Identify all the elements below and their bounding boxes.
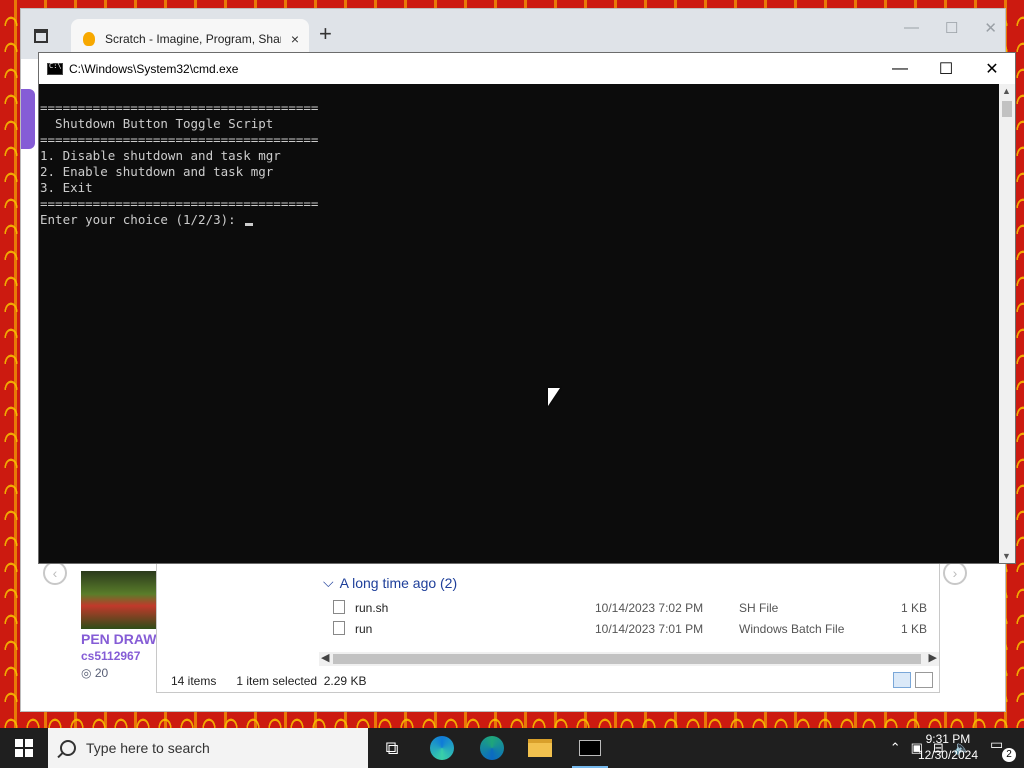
- console-line: 3. Exit: [40, 180, 93, 195]
- tab-title: Scratch - Imagine, Program, Share: [105, 32, 281, 46]
- browser-close-button[interactable]: ✕: [984, 19, 997, 37]
- console-line: 1. Disable shutdown and task mgr: [40, 148, 281, 163]
- taskbar: Type here to search ⧉ ⌃ ▣ ⊟ 🔈 9:31 PM 12…: [0, 728, 1024, 768]
- scratch-side-tab[interactable]: [21, 89, 35, 149]
- project-views: ◎ 20: [81, 666, 108, 680]
- details-view-icon[interactable]: [893, 672, 911, 688]
- cmd-window-controls: — ☐ ✕: [877, 53, 1015, 84]
- edge-beta-icon[interactable]: [468, 728, 516, 768]
- file-icon: [333, 600, 345, 614]
- new-tab-button[interactable]: +: [319, 21, 332, 47]
- explorer-horizontal-scrollbar[interactable]: ◀ ▶: [319, 652, 939, 666]
- file-explorer-icon[interactable]: [516, 728, 564, 768]
- scroll-up-icon[interactable]: ▲: [1002, 86, 1011, 96]
- browser-minimize-button[interactable]: —: [904, 19, 919, 37]
- status-item-count: 14 items: [171, 674, 217, 688]
- file-group-label: A long time ago (2): [339, 574, 458, 591]
- file-row[interactable]: run 10/14/2023 7:01 PM Windows Batch Fil…: [333, 619, 927, 639]
- view-toggle: [893, 672, 933, 688]
- file-type: Windows Batch File: [739, 622, 845, 636]
- project-title[interactable]: PEN DRAW: [81, 631, 156, 647]
- text-cursor: [245, 223, 254, 226]
- tab-actions-icon[interactable]: [27, 25, 55, 47]
- cmd-titlebar[interactable]: C:\Windows\System32\cmd.exe — ☐ ✕: [39, 53, 1015, 84]
- windows-logo-icon: [15, 739, 33, 757]
- browser-window-controls: — ☐ ✕: [904, 19, 997, 37]
- file-type: SH File: [739, 601, 779, 615]
- file-date: 10/14/2023 7:01 PM: [595, 622, 704, 636]
- chevron-down-icon: ⌵: [323, 574, 334, 590]
- terminal-icon[interactable]: [566, 728, 614, 768]
- cmd-maximize-button[interactable]: ☐: [923, 53, 969, 84]
- console-line: 2. Enable shutdown and task mgr: [40, 164, 274, 179]
- file-row[interactable]: run.sh 10/14/2023 7:02 PM SH File 1 KB: [333, 598, 927, 618]
- tab-close-icon[interactable]: ×: [291, 31, 299, 47]
- notification-badge: 2: [1002, 748, 1016, 762]
- cmd-title: C:\Windows\System32\cmd.exe: [69, 61, 239, 76]
- batch-file-icon: [333, 621, 345, 635]
- project-thumbnail[interactable]: [81, 571, 157, 629]
- file-date: 10/14/2023 7:02 PM: [595, 601, 704, 615]
- start-button[interactable]: [0, 728, 48, 768]
- scratch-favicon-icon: [83, 32, 95, 46]
- edge-icon[interactable]: [418, 728, 466, 768]
- cmd-icon: [47, 62, 63, 75]
- taskbar-search-box[interactable]: Type here to search: [48, 728, 368, 768]
- file-name: run.sh: [355, 601, 389, 615]
- console-line: =====================================: [40, 132, 319, 147]
- project-user[interactable]: cs5112967: [81, 649, 140, 663]
- file-size: 1 KB: [900, 622, 927, 636]
- cmd-window[interactable]: C:\Windows\System32\cmd.exe — ☐ ✕ ======…: [38, 52, 1016, 564]
- status-selected: 1 item selected 2.29 KB: [236, 674, 366, 688]
- console-output[interactable]: ===================================== Sh…: [39, 84, 1001, 563]
- console-line: =====================================: [40, 196, 319, 211]
- scroll-thumb[interactable]: [1002, 101, 1012, 117]
- console-line: Shutdown Button Toggle Script: [40, 116, 274, 131]
- explorer-status-bar: 14 items 1 item selected 2.29 KB: [157, 670, 939, 692]
- browser-maximize-button[interactable]: ☐: [945, 19, 958, 37]
- file-explorer-window[interactable]: ⌵ A long time ago (2) run.sh 10/14/2023 …: [156, 563, 940, 693]
- status-selected-size: 2.29 KB: [323, 674, 367, 688]
- console-prompt: Enter your choice (1/2/3):: [40, 212, 244, 227]
- scroll-thumb[interactable]: [333, 654, 921, 664]
- console-line: =====================================: [40, 100, 319, 115]
- file-name: run: [355, 622, 373, 636]
- scroll-right-icon[interactable]: ▶: [929, 651, 937, 664]
- remix-icon: ◎: [81, 666, 92, 680]
- carousel-prev-icon[interactable]: ‹: [43, 561, 67, 585]
- mouse-pointer-icon: [548, 388, 560, 406]
- search-placeholder: Type here to search: [86, 740, 210, 756]
- project-views-count: 20: [94, 666, 109, 680]
- console-prompt-line[interactable]: Enter your choice (1/2/3):: [40, 212, 1001, 228]
- scroll-down-icon[interactable]: ▼: [1002, 551, 1011, 561]
- carousel-next-icon[interactable]: ›: [943, 561, 967, 585]
- scroll-left-icon[interactable]: ◀: [321, 651, 329, 664]
- clock-time: 9:31 PM: [925, 732, 971, 746]
- cmd-minimize-button[interactable]: —: [877, 53, 923, 84]
- file-size: 1 KB: [900, 601, 927, 615]
- file-group-header[interactable]: ⌵ A long time ago (2): [323, 574, 457, 591]
- notification-center-icon[interactable]: ▭ 2: [990, 736, 1016, 762]
- cmd-vertical-scrollbar[interactable]: ▲ ▼: [999, 84, 1015, 563]
- large-icons-view-icon[interactable]: [915, 672, 933, 688]
- search-icon: [60, 740, 76, 756]
- taskbar-clock[interactable]: 9:31 PM 12/30/2024: [918, 731, 978, 763]
- status-selected-text: 1 item selected: [236, 674, 318, 688]
- clock-date: 12/30/2024: [917, 748, 978, 762]
- chevron-up-icon[interactable]: ⌃: [890, 740, 901, 756]
- task-view-icon[interactable]: ⧉: [368, 728, 416, 768]
- cmd-close-button[interactable]: ✕: [969, 53, 1015, 84]
